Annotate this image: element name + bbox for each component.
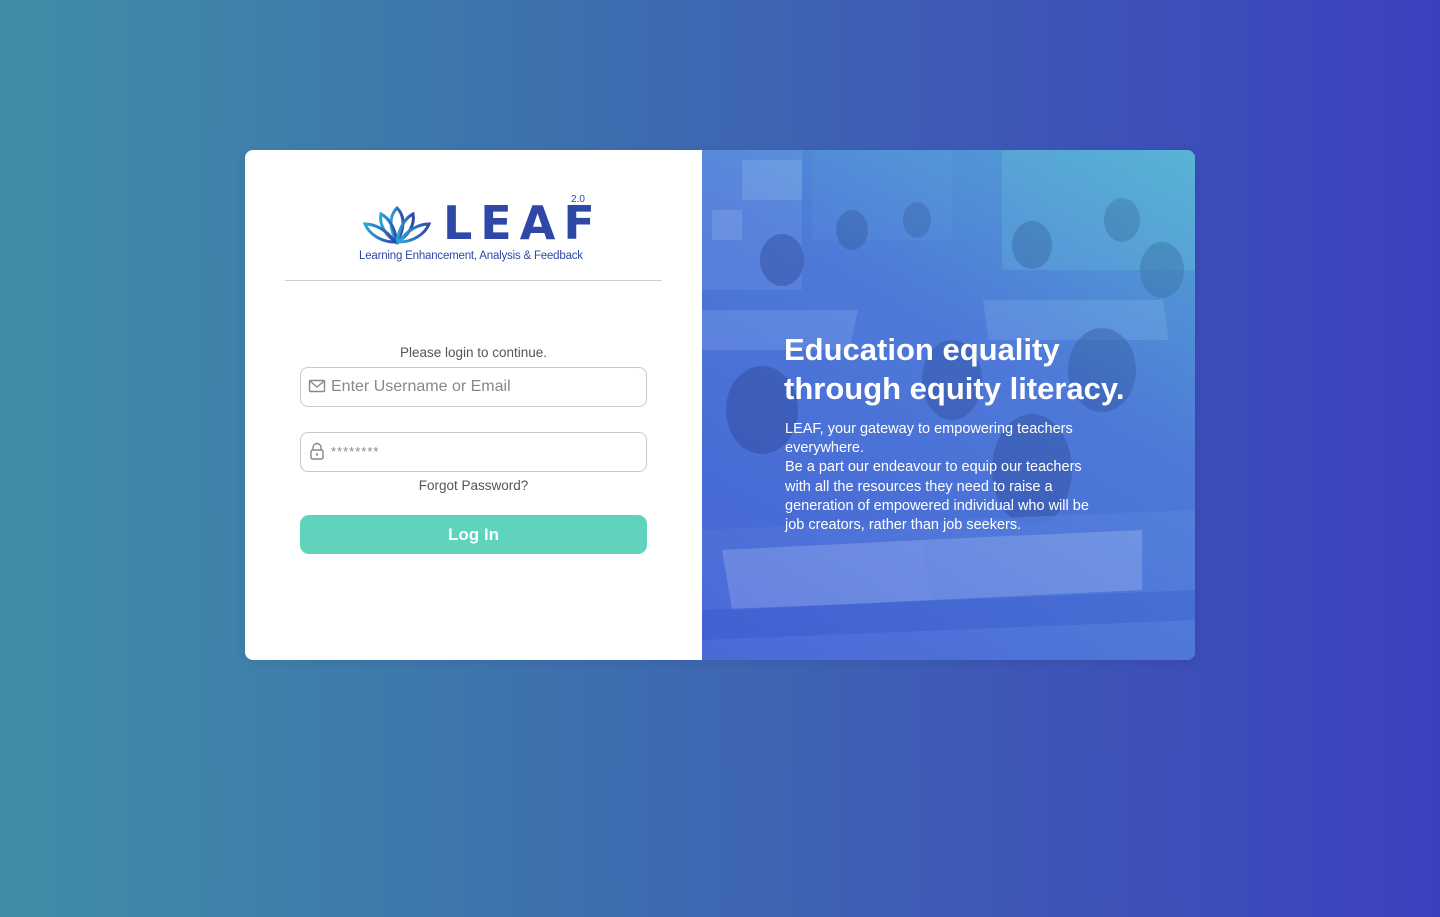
- login-panel: LEAF 2.0 Learning Enhancement, Analysis …: [245, 150, 702, 660]
- username-field[interactable]: [300, 367, 647, 407]
- login-prompt: Please login to continue.: [399, 345, 548, 360]
- logo-version: 2.0: [571, 194, 585, 205]
- leaf-logo: LEAF 2.0 Learning Enhancement, Analysis …: [359, 194, 595, 268]
- hero-description: LEAF, your gateway to empowering teacher…: [785, 420, 1100, 535]
- username-input[interactable]: [331, 368, 636, 406]
- hero-title: Education equality through equity litera…: [784, 332, 1125, 406]
- lock-icon: [310, 442, 324, 460]
- logo-tagline: Learning Enhancement, Analysis & Feedbac…: [359, 250, 583, 262]
- hero-description-line-1: LEAF, your gateway to empowering teacher…: [785, 421, 1073, 457]
- hero-panel: Education equality through equity litera…: [702, 150, 1195, 660]
- forgot-password-link[interactable]: Forgot Password?: [245, 478, 702, 493]
- divider: [285, 280, 662, 281]
- password-input[interactable]: [331, 433, 636, 471]
- login-button[interactable]: Log In: [300, 515, 647, 554]
- hero-description-line-2: Be a part our endeavour to equip our tea…: [785, 459, 1089, 534]
- mail-icon: [308, 379, 326, 393]
- login-card: LEAF 2.0 Learning Enhancement, Analysis …: [245, 150, 1195, 660]
- lotus-icon: [361, 206, 433, 246]
- logo-word: LEAF: [443, 196, 603, 250]
- password-field[interactable]: [300, 432, 647, 472]
